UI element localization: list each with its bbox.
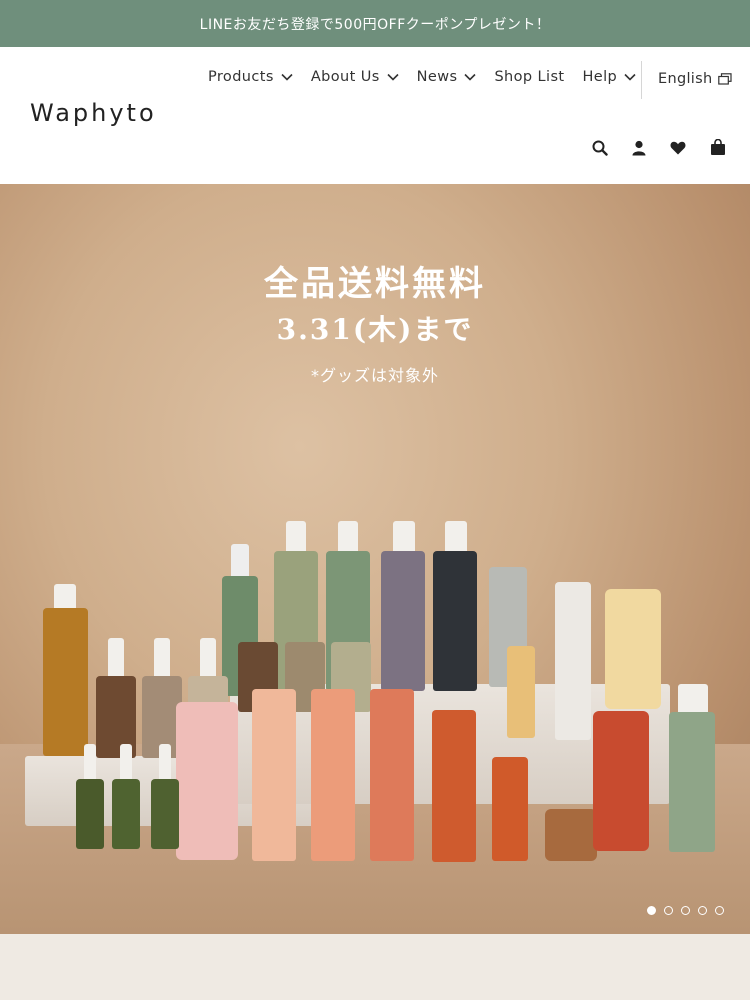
site-header: Waphyto Products About Us News Shop List…: [0, 47, 750, 184]
hero-headline: 全品送料無料: [264, 264, 486, 304]
account-icon[interactable]: [632, 140, 646, 156]
brand-logo[interactable]: Waphyto: [30, 99, 157, 127]
cart-icon[interactable]: [710, 139, 726, 156]
nav-shop-list[interactable]: Shop List: [494, 69, 564, 85]
nav-news-label: News: [416, 69, 458, 85]
heart-icon[interactable]: [670, 141, 686, 155]
nav-shop-list-label: Shop List: [494, 69, 565, 85]
carousel-dot-5[interactable]: [715, 906, 724, 915]
hero-banner[interactable]: 全品送料無料 3.31(木)まで *グッズは対象外: [0, 184, 750, 934]
language-label: English: [658, 71, 713, 87]
carousel-dot-1[interactable]: [647, 906, 656, 915]
nav-help-label: Help: [582, 69, 618, 85]
hero-date-line: 3.31(木)まで: [276, 313, 474, 346]
carousel-dots: [639, 906, 724, 915]
search-icon[interactable]: [592, 140, 608, 156]
carousel-dot-2[interactable]: [664, 906, 673, 915]
main-nav: Products About Us News Shop List Help: [208, 69, 654, 85]
carousel-dot-3[interactable]: [681, 906, 690, 915]
language-window-icon: [718, 73, 733, 85]
nav-about-label: About Us: [310, 69, 380, 85]
nav-about[interactable]: About Us: [311, 69, 399, 85]
nav-products-label: Products: [208, 69, 274, 85]
nav-help[interactable]: Help: [582, 69, 636, 85]
nav-news[interactable]: News: [417, 69, 477, 85]
announcement-text[interactable]: LINEお友だち登録で500円OFFクーポンプレゼント！: [200, 14, 551, 34]
chevron-down-icon: [281, 73, 293, 81]
chevron-down-icon: [624, 73, 636, 81]
nav-divider: [641, 61, 642, 99]
hero-note: *グッズは対象外: [310, 366, 439, 385]
chevron-down-icon: [464, 73, 477, 81]
language-selector[interactable]: English: [658, 71, 733, 87]
header-icons: [568, 139, 726, 156]
chevron-down-icon: [387, 73, 399, 81]
announcement-bar[interactable]: LINEお友だち登録で500円OFFクーポンプレゼント！: [0, 0, 750, 47]
nav-products[interactable]: Products: [208, 69, 293, 85]
carousel-dot-4[interactable]: [698, 906, 707, 915]
